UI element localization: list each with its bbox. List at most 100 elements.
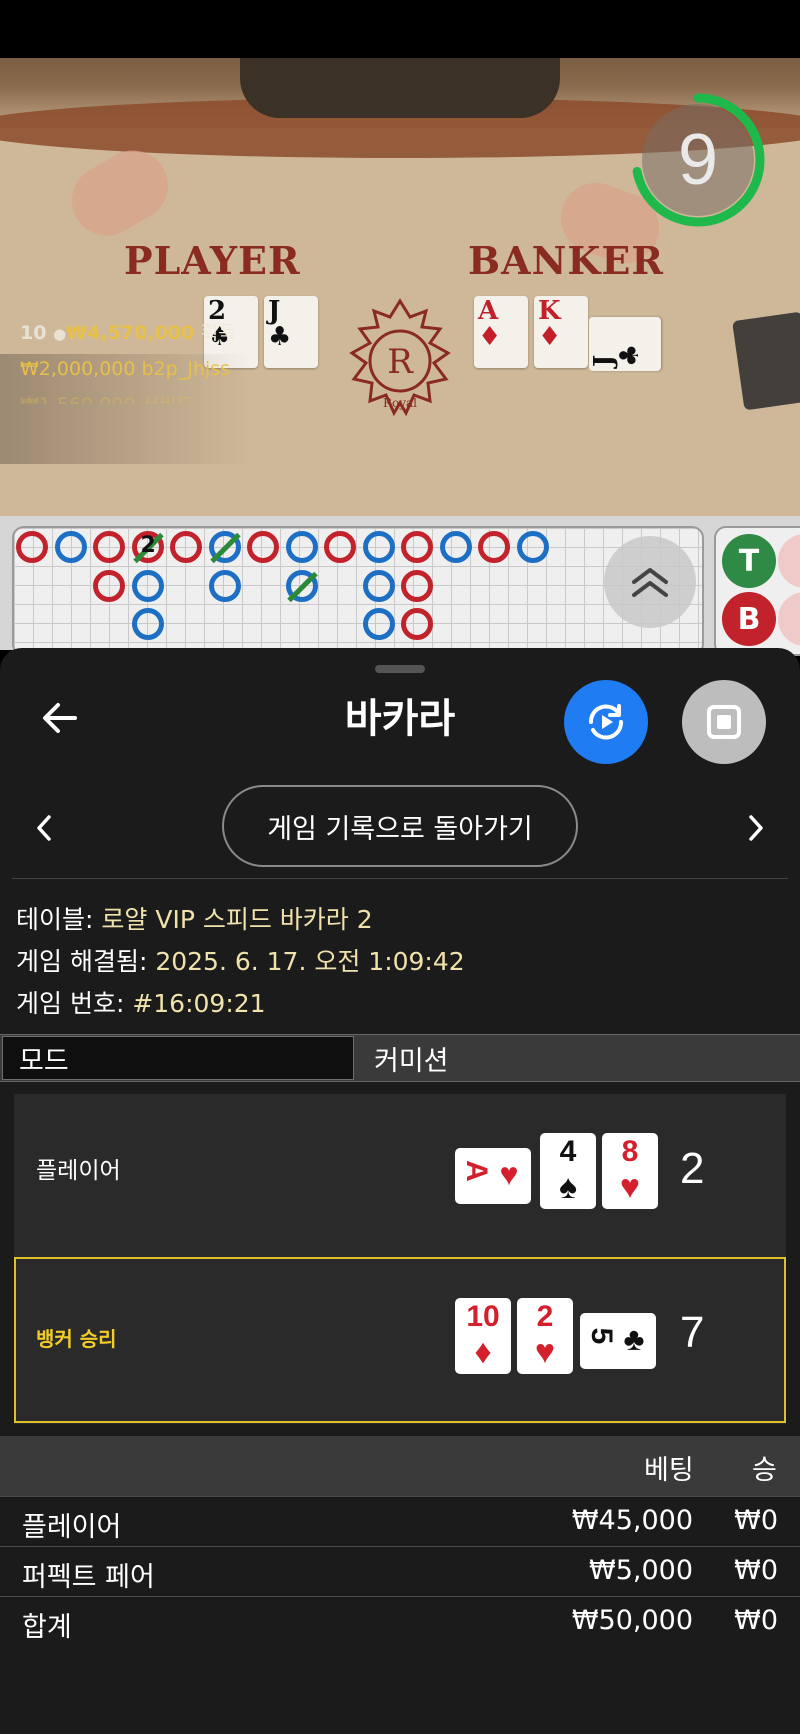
table-row: 합계 ₩50,000 ₩0 xyxy=(0,1596,800,1646)
info-resolved: 게임 해결됨: 2025. 6. 17. 오전 1:09:42 xyxy=(16,942,465,978)
win-amount: ₩0 xyxy=(734,1605,778,1636)
road-bead xyxy=(247,531,279,563)
banker-badge: B xyxy=(722,592,776,646)
info-table-label: 테이블: xyxy=(16,905,94,934)
road-bead xyxy=(16,531,48,563)
mode-value: 커미션 xyxy=(374,1045,449,1077)
previous-game-button[interactable] xyxy=(24,806,64,850)
player-card-2: 4 ♠ xyxy=(540,1133,596,1209)
roadmap-side-panel[interactable]: T B xyxy=(714,526,800,656)
arrow-left-icon xyxy=(43,703,77,733)
bet-amount: ₩45,000 xyxy=(571,1505,693,1536)
side-dot xyxy=(778,534,800,588)
bet-amount: ₩5,000 xyxy=(589,1555,693,1586)
bet-column-header: 베팅 xyxy=(644,1455,694,1486)
replay-button[interactable] xyxy=(564,680,648,764)
next-game-button[interactable] xyxy=(736,806,776,850)
banker-card-2: 2 ♥ xyxy=(517,1298,573,1374)
player-card-3: 8 ♥ xyxy=(602,1133,658,1209)
countdown-value: 9 xyxy=(677,120,719,200)
road-bead xyxy=(478,531,510,563)
winner-total-amount: ₩4,570,000 xyxy=(66,322,195,344)
winner-count: 10 xyxy=(20,322,47,344)
table-card-banker-3: J ♣ xyxy=(589,317,661,371)
road-bead xyxy=(401,608,433,640)
road-bead xyxy=(285,531,318,563)
divider xyxy=(12,878,788,879)
winners-line-3: ₩1,560,000 서비드... xyxy=(20,390,212,404)
info-table: 테이블: 로얄 VIP 스피드 바카라 2 xyxy=(16,900,373,936)
win-amount: ₩0 xyxy=(734,1555,778,1586)
bead-road-grid[interactable]: 2 xyxy=(12,526,704,656)
page-title: 바카라 xyxy=(344,696,456,742)
bet-amount: ₩50,000 xyxy=(571,1605,693,1636)
chevron-right-icon xyxy=(749,815,763,841)
road-bead xyxy=(401,569,433,602)
road-bead xyxy=(54,531,87,563)
road-bead xyxy=(324,531,356,563)
person-icon: ● xyxy=(53,325,67,343)
royal-crest-logo: R Royal xyxy=(349,298,451,417)
replay-icon xyxy=(588,704,624,740)
side-dot xyxy=(778,592,800,646)
win-amount: ₩0 xyxy=(734,1505,778,1536)
card-shoe xyxy=(732,311,800,411)
road-bead xyxy=(131,608,164,640)
sheet-drag-handle[interactable] xyxy=(375,665,425,673)
dealer xyxy=(240,58,560,118)
table-card-banker-2: K ♦ xyxy=(534,296,588,368)
tie-badge: T xyxy=(722,534,776,588)
table-row: 플레이어 ₩45,000 ₩0 xyxy=(0,1496,800,1546)
back-button[interactable] xyxy=(30,690,90,746)
crest-text: Royal xyxy=(383,396,417,410)
road-bead xyxy=(362,531,395,563)
road-bead xyxy=(208,569,241,602)
winners-line-1: 10 ●₩4,570,000 획득 xyxy=(20,318,236,345)
win-column-header: 승 xyxy=(752,1455,777,1486)
info-round-label: 게임 번호: xyxy=(16,989,125,1018)
road-bead xyxy=(439,531,472,563)
road-bead xyxy=(362,608,395,640)
road-bead xyxy=(362,569,395,602)
chevron-double-up-icon xyxy=(632,568,668,597)
banker-hand-label: 뱅커 승리 xyxy=(36,1327,117,1351)
bet-name: 퍼펙트 페어 xyxy=(22,1562,155,1593)
table-row: 퍼펙트 페어 ₩5,000 ₩0 xyxy=(0,1546,800,1596)
player-area-label: PLAYER xyxy=(124,238,301,283)
info-round: 게임 번호: #16:09:21 xyxy=(16,984,266,1020)
banker-win-highlight xyxy=(14,1257,786,1423)
road-bead xyxy=(401,531,433,563)
mode-label: 모드 xyxy=(2,1036,354,1080)
info-resolved-label: 게임 해결됨: xyxy=(16,947,148,976)
banker-card-3: 5 ♣ xyxy=(580,1313,656,1369)
player-card-1: A ♥ xyxy=(455,1148,531,1204)
collapse-roadmap-button[interactable] xyxy=(604,536,696,628)
banker-card-1: 10 ♦ xyxy=(455,1298,511,1374)
winners-line-2: ₩2,000,000 b2p_Jhjss xyxy=(20,358,230,380)
info-resolved-value: 2025. 6. 17. 오전 1:09:42 xyxy=(155,947,465,976)
table-card-player-2: J ♣ xyxy=(264,296,318,368)
banker-total: 7 xyxy=(680,1308,705,1357)
road-bead xyxy=(516,531,549,563)
table-card-banker-1: A ♦ xyxy=(474,296,528,368)
crest-letter: R xyxy=(387,342,414,382)
chevron-left-icon xyxy=(37,815,51,841)
player-total: 2 xyxy=(680,1144,705,1193)
status-bar xyxy=(0,0,800,58)
info-round-value: #16:09:21 xyxy=(132,989,266,1018)
player-hand-label: 플레이어 xyxy=(36,1158,121,1184)
road-bead xyxy=(93,531,125,563)
banker-area-label: BANKER xyxy=(468,238,664,283)
stop-icon xyxy=(707,705,741,739)
road-bead xyxy=(93,569,125,602)
app-root: PLAYER BANKER R Royal 2 ♠ J ♣ A ♦ K ♦ J ♣ 9 1… xyxy=(0,0,800,1734)
info-table-value: 로얄 VIP 스피드 바카라 2 xyxy=(101,905,373,934)
tie-count: 2 xyxy=(140,533,156,558)
road-bead xyxy=(170,531,202,563)
back-to-history-button[interactable]: 게임 기록으로 돌아가기 xyxy=(222,785,578,867)
bet-name: 플레이어 xyxy=(22,1512,122,1543)
bet-name: 합계 xyxy=(22,1612,72,1643)
road-bead xyxy=(131,569,164,602)
winner-suffix: 획득 xyxy=(200,322,236,344)
stop-button[interactable] xyxy=(682,680,766,764)
